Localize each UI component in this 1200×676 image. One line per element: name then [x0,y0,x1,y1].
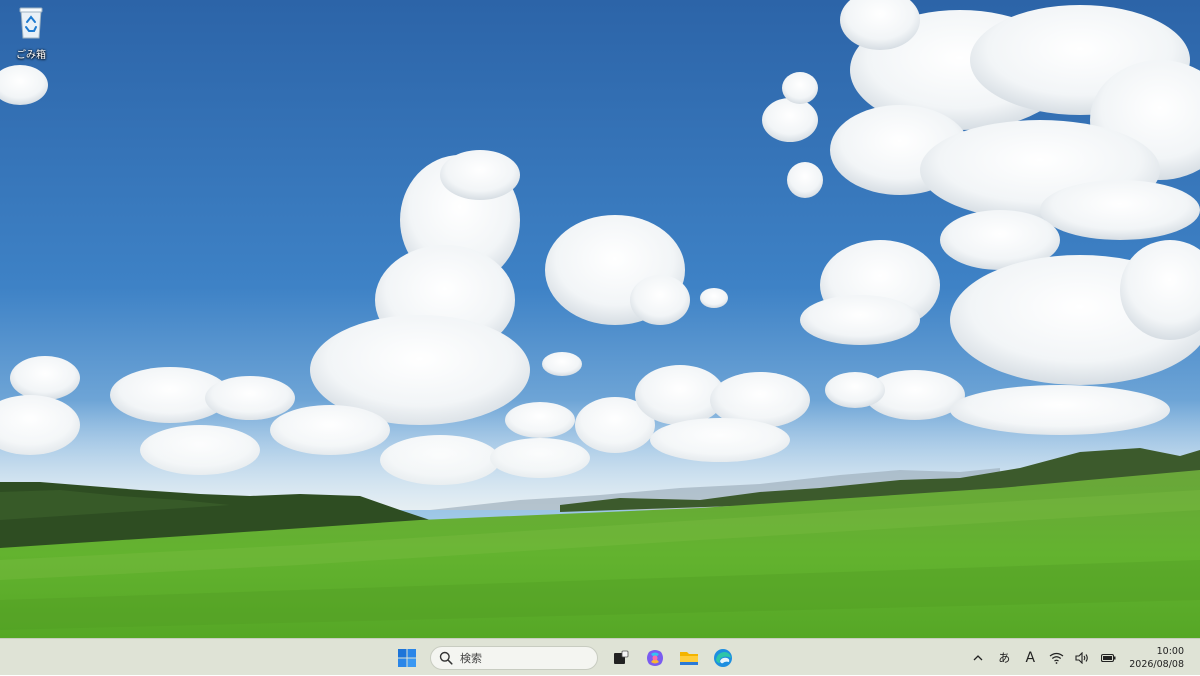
copilot-button[interactable] [643,646,667,670]
file-explorer-icon [680,651,698,665]
wallpaper-landscape [0,0,1200,638]
chevron-up-icon [973,654,983,660]
volume-icon [1075,651,1088,664]
taskbar-center: 検索 [390,639,740,676]
taskbar-clock[interactable]: 10:00 2026/08/08 [1129,645,1184,671]
ime-indicator-button[interactable]: A [1020,646,1040,670]
taskbar: 検索 あ A 10:00 2026/08/08 [0,638,1200,675]
network-button[interactable] [1046,646,1066,670]
recycle-bin-icon [19,7,43,39]
copilot-icon [647,649,663,666]
desktop[interactable]: ごみ箱 [0,0,1200,638]
start-button[interactable] [395,646,419,670]
search-placeholder: 検索 [460,651,482,665]
clock-time: 10:00 [1156,645,1184,657]
ime-mode-button[interactable]: あ [994,646,1014,670]
search-icon [439,651,453,665]
file-explorer-button[interactable] [677,646,701,670]
edge-browser-button[interactable] [711,646,735,670]
taskbar-search-box[interactable]: 検索 [430,645,598,670]
volume-button[interactable] [1072,646,1092,670]
system-tray: あ A 10:00 2026/08/08 [965,639,1200,676]
battery-icon [1100,653,1116,662]
recycle-bin-label: ごみ箱 [16,50,46,61]
wifi-icon [1049,652,1064,664]
clock-date: 2026/08/08 [1129,658,1184,670]
windows-logo-icon [398,648,416,667]
desktop-icon-recycle-bin[interactable]: ごみ箱 [6,6,56,66]
task-view-button[interactable] [609,646,633,670]
task-view-icon [614,650,629,664]
tray-overflow-button[interactable] [968,646,988,670]
battery-button[interactable] [1098,646,1118,670]
edge-browser-icon [714,648,732,667]
